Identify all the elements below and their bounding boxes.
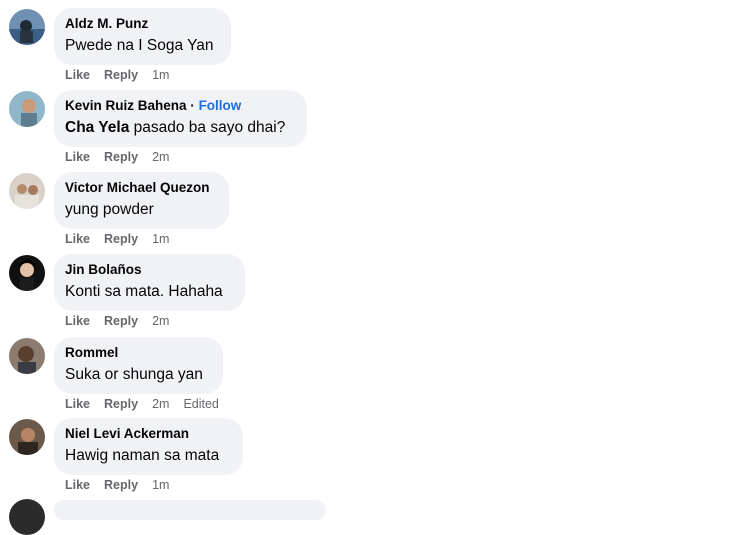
avatar[interactable]	[9, 91, 45, 127]
comment-text: Suka or shunga yan	[65, 366, 203, 383]
follow-button[interactable]: Follow	[199, 98, 242, 113]
like-button[interactable]: Like	[65, 313, 90, 329]
comment-author[interactable]: Aldz M. Punz	[65, 15, 219, 32]
comment-actions: Like Reply 2m Edited	[65, 396, 219, 412]
like-button[interactable]: Like	[65, 477, 90, 493]
comment-author[interactable]: Rommel	[65, 344, 211, 361]
avatar[interactable]	[9, 499, 45, 535]
comment-timestamp[interactable]: 1m	[152, 477, 169, 493]
reply-button[interactable]: Reply	[104, 67, 138, 83]
comment-author[interactable]: Niel Levi Ackerman	[65, 425, 231, 442]
like-button[interactable]: Like	[65, 67, 90, 83]
reply-button[interactable]: Reply	[104, 231, 138, 247]
comment-actions: Like Reply 1m	[65, 67, 183, 83]
like-button[interactable]: Like	[65, 231, 90, 247]
comment-bubble	[54, 500, 326, 520]
comment-timestamp[interactable]: 1m	[152, 67, 169, 83]
comment-text: Hawig naman sa mata	[65, 447, 220, 464]
avatar[interactable]	[9, 173, 45, 209]
separator-dot: ·	[190, 98, 195, 113]
comment-timestamp[interactable]: 2m	[152, 149, 169, 165]
comment-bubble: Kevin Ruiz Bahena · Follow Cha Yela pasa…	[54, 90, 307, 147]
comment-timestamp[interactable]: 1m	[152, 231, 169, 247]
avatar[interactable]	[9, 419, 45, 455]
comment-actions: Like Reply 2m	[65, 313, 183, 329]
avatar[interactable]	[9, 255, 45, 291]
avatar[interactable]	[9, 338, 45, 374]
comment-bubble: Jin Bolaños Konti sa mata. Hahaha	[54, 254, 245, 311]
like-button[interactable]: Like	[65, 396, 90, 412]
comment-text: Cha Yela pasado ba sayo dhai?	[65, 117, 295, 139]
like-button[interactable]: Like	[65, 149, 90, 165]
comment-actions: Like Reply 1m	[65, 231, 183, 247]
comment-text: Konti sa mata. Hahaha	[65, 283, 223, 300]
edited-label: Edited	[183, 397, 219, 411]
comment-bubble: Niel Levi Ackerman Hawig naman sa mata	[54, 418, 243, 475]
reply-button[interactable]: Reply	[104, 477, 138, 493]
comment-timestamp[interactable]: 2m	[152, 396, 169, 412]
avatar[interactable]	[9, 9, 45, 45]
reply-button[interactable]: Reply	[104, 396, 138, 412]
comment-text: Pwede na I Soga Yan	[65, 37, 214, 54]
comment-author[interactable]: Kevin Ruiz Bahena	[65, 98, 187, 113]
comment-text: yung powder	[65, 201, 154, 218]
comment-actions: Like Reply 2m	[65, 149, 183, 165]
comment-actions: Like Reply 1m	[65, 477, 183, 493]
mention-link[interactable]: Cha Yela	[65, 119, 129, 136]
comment-header: Kevin Ruiz Bahena · Follow	[65, 97, 295, 114]
comment-author[interactable]: Victor Michael Quezon	[65, 179, 217, 196]
comment-bubble: Victor Michael Quezon yung powder	[54, 172, 229, 229]
reply-button[interactable]: Reply	[104, 149, 138, 165]
comment-timestamp[interactable]: 2m	[152, 313, 169, 329]
comment-text-body: pasado ba sayo dhai?	[129, 119, 286, 136]
comment-bubble: Aldz M. Punz Pwede na I Soga Yan	[54, 8, 231, 65]
reply-button[interactable]: Reply	[104, 313, 138, 329]
comment-bubble: Rommel Suka or shunga yan	[54, 337, 223, 394]
comment-author[interactable]: Jin Bolaños	[65, 261, 233, 278]
